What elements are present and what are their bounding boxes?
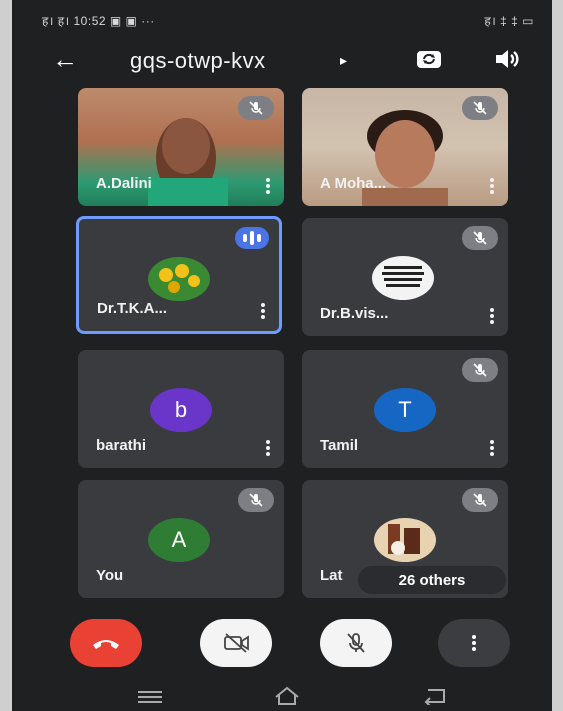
participant-tile[interactable]: T Tamil bbox=[302, 350, 508, 468]
camera-switch-icon[interactable] bbox=[414, 44, 444, 74]
participant-tile[interactable]: A Moha... bbox=[302, 88, 508, 206]
more-vert-icon bbox=[472, 635, 476, 651]
participant-name: barathi bbox=[96, 437, 147, 454]
meeting-code[interactable]: gqs-otwp-kvx bbox=[130, 48, 266, 74]
participant-tile[interactable]: Dr.B.vis... bbox=[302, 218, 508, 336]
avatar bbox=[374, 518, 436, 562]
top-bar: ← gqs-otwp-kvx ▸ bbox=[12, 40, 552, 84]
mic-toggle-button[interactable] bbox=[320, 619, 392, 667]
mic-off-icon bbox=[238, 488, 274, 512]
more-vert-icon[interactable] bbox=[266, 178, 270, 194]
participant-tile[interactable]: b barathi bbox=[78, 350, 284, 468]
chevron-right-icon[interactable]: ▸ bbox=[340, 52, 347, 69]
more-vert-icon[interactable] bbox=[490, 440, 494, 456]
avatar: b bbox=[150, 388, 212, 432]
avatar: T bbox=[374, 388, 436, 432]
more-vert-icon[interactable] bbox=[261, 303, 265, 319]
more-vert-icon[interactable] bbox=[490, 308, 494, 324]
mic-off-icon bbox=[238, 96, 274, 120]
speaker-icon[interactable] bbox=[492, 46, 522, 72]
status-left: ह। ह। 10:52 ▣ ▣ ··· bbox=[42, 14, 155, 28]
mic-off-icon bbox=[462, 96, 498, 120]
participant-tile-self[interactable]: A You bbox=[78, 480, 284, 598]
avatar: A bbox=[148, 518, 210, 562]
participant-name: You bbox=[96, 567, 124, 584]
participant-name: Tamil bbox=[320, 437, 359, 454]
avatar bbox=[148, 257, 210, 301]
back-nav-icon[interactable] bbox=[420, 687, 450, 705]
mic-off-icon bbox=[462, 488, 498, 512]
avatar bbox=[372, 256, 434, 300]
more-vert-icon[interactable] bbox=[490, 178, 494, 194]
mic-off-icon bbox=[462, 226, 498, 250]
others-count-pill[interactable]: 26 others bbox=[358, 566, 506, 594]
end-call-button[interactable] bbox=[70, 619, 142, 667]
participant-tile-speaking[interactable]: Dr.T.K.A... bbox=[76, 216, 282, 334]
participant-name: Dr.T.K.A... bbox=[97, 300, 168, 317]
participant-name: Dr.B.vis... bbox=[320, 305, 389, 322]
camera-toggle-button[interactable] bbox=[200, 619, 272, 667]
status-bar: ह। ह। 10:52 ▣ ▣ ··· ह। ‡ ‡ ▭ bbox=[12, 0, 552, 38]
participant-tile[interactable]: A.Dalini bbox=[78, 88, 284, 206]
more-options-button[interactable] bbox=[438, 619, 510, 667]
mic-off-icon bbox=[347, 633, 365, 653]
home-icon[interactable] bbox=[272, 685, 302, 707]
status-right: ह। ‡ ‡ ▭ bbox=[484, 14, 534, 28]
system-nav-bar bbox=[12, 683, 552, 711]
participant-name: A.Dalini bbox=[96, 175, 152, 192]
more-vert-icon[interactable] bbox=[266, 440, 270, 456]
end-call-icon bbox=[93, 640, 119, 649]
back-arrow-icon[interactable]: ← bbox=[52, 46, 78, 72]
meet-screen: ह। ह। 10:52 ▣ ▣ ··· ह। ‡ ‡ ▭ ← gqs-otwp-… bbox=[12, 0, 552, 711]
mic-off-icon bbox=[462, 358, 498, 382]
participant-name: A Moha... bbox=[320, 175, 387, 192]
participant-name: Lat bbox=[320, 567, 343, 584]
camera-off-icon bbox=[224, 633, 249, 653]
speaking-indicator-icon bbox=[235, 227, 269, 249]
menu-icon[interactable] bbox=[136, 689, 164, 705]
